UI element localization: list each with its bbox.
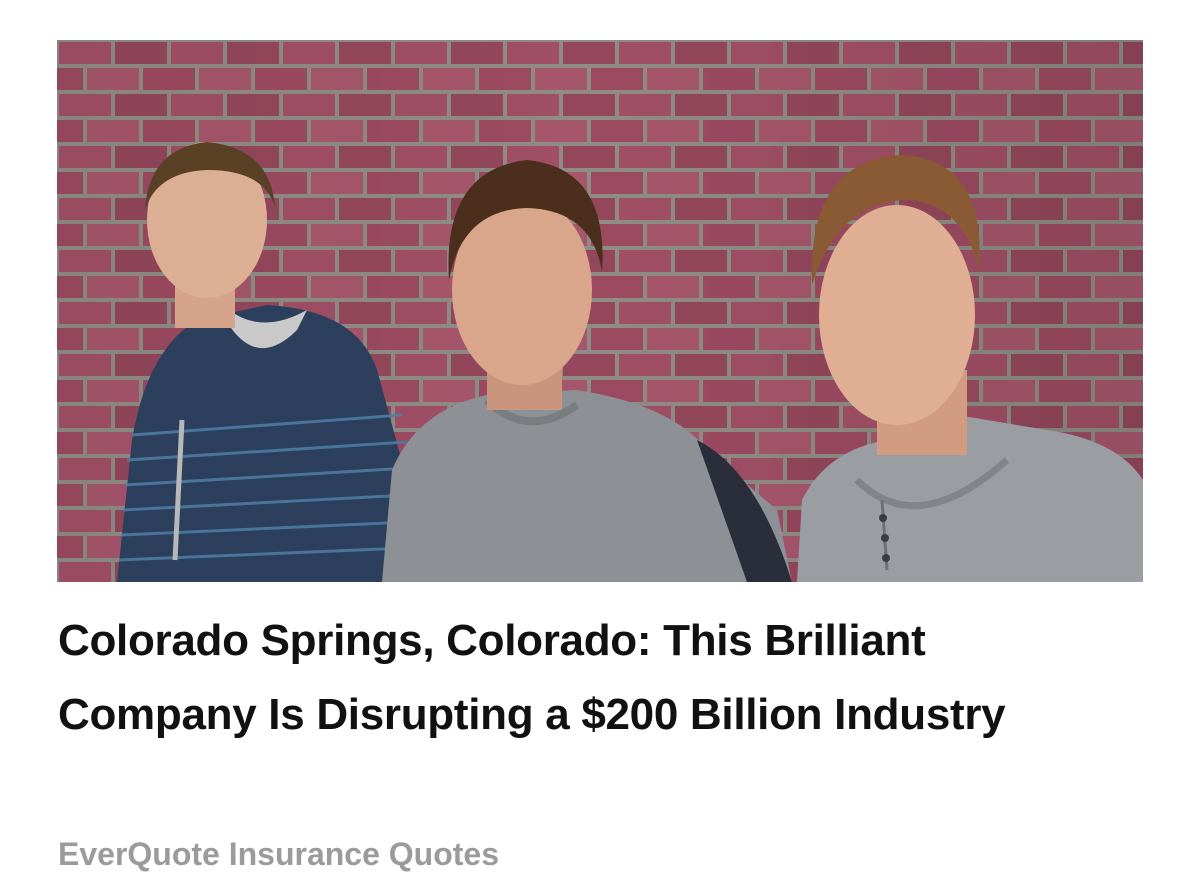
sponsored-ad-card[interactable]: Colorado Springs, Colorado: This Brillia… [0, 0, 1200, 893]
ad-headline[interactable]: Colorado Springs, Colorado: This Brillia… [58, 604, 1118, 752]
ad-photo[interactable] [57, 40, 1143, 582]
sponsor-label: EverQuote Insurance Quotes [58, 836, 500, 872]
